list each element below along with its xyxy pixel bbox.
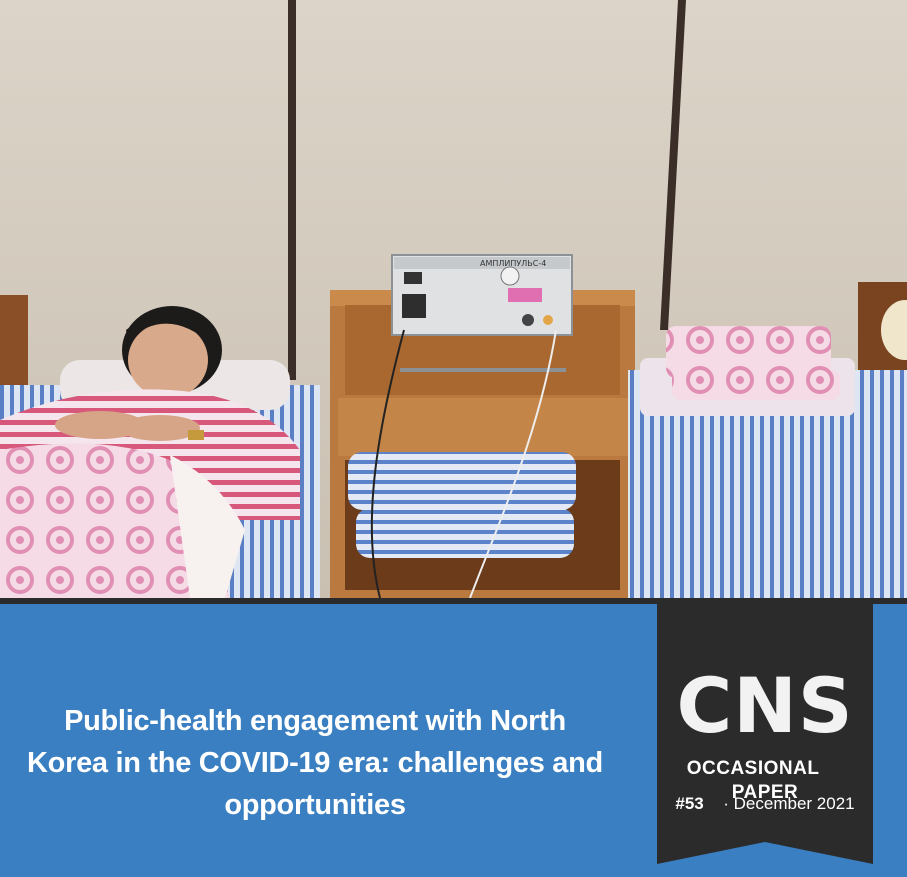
issue-line: #53 · December 2021 (657, 792, 873, 816)
org-logo-text: CNS (676, 661, 854, 750)
cover-photo: АМПЛИПУЛЬС-4 (0, 0, 907, 598)
report-cover: АМПЛИПУЛЬС-4 Public-health engagement wi… (0, 0, 907, 877)
series-word-occasional: OCCASIONAL (686, 758, 820, 779)
report-title: Public-health engagement with North Kore… (27, 705, 603, 821)
device-label: АМПЛИПУЛЬС-4 (480, 259, 546, 268)
issue-date: December 2021 (733, 794, 855, 813)
issue-number: #53 (675, 794, 704, 813)
issue-separator: · (723, 794, 729, 813)
